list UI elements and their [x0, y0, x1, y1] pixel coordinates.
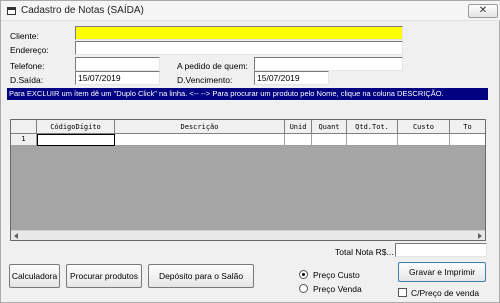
gravar-imprimir-button[interactable]: Gravar e Imprimir	[398, 262, 486, 282]
close-button[interactable]: ✕	[468, 4, 498, 18]
pedido-label: A pedido de quem:	[177, 61, 248, 71]
instruction-banner: Para EXCLUIR um ítem dê um "Duplo Click"…	[7, 88, 488, 100]
deposito-salao-button[interactable]: Depósito para o Salão	[148, 264, 254, 288]
preco-custo-radio[interactable]	[299, 270, 308, 279]
preco-venda-checkbox-label: C/Preço de venda	[411, 288, 480, 298]
preco-venda-label: Preço Venda	[313, 284, 362, 294]
grid-header-qtdtot[interactable]: Qtd.Tot.	[347, 120, 398, 134]
preco-venda-radio[interactable]	[299, 284, 308, 293]
grid-header-codigo[interactable]: CódigoDígito	[37, 120, 115, 134]
title-bar: Cadastro de Notas (SAÍDA) ✕	[1, 1, 500, 21]
grid-header-descricao[interactable]: Descrição	[115, 120, 285, 134]
grid-cell-codigo[interactable]	[37, 134, 115, 146]
grid-horizontal-scrollbar[interactable]	[11, 230, 485, 240]
total-nota-field[interactable]	[395, 243, 487, 257]
grid-cell-custo[interactable]	[398, 134, 450, 146]
dvencimento-field[interactable]: 15/07/2019	[254, 71, 329, 85]
grid-header-custo[interactable]: Custo	[398, 120, 450, 134]
cadastro-notas-window: Cadastro de Notas (SAÍDA) ✕ Cliente: End…	[0, 0, 500, 303]
table-row[interactable]: 1	[11, 134, 485, 146]
total-nota-label: Total Nota R$...	[335, 247, 394, 257]
grid-cell-total[interactable]	[450, 134, 485, 146]
cliente-label: Cliente:	[10, 31, 39, 41]
dsaida-field[interactable]: 15/07/2019	[75, 71, 160, 85]
grid-cell-unid[interactable]	[285, 134, 312, 146]
cliente-field[interactable]	[75, 26, 403, 40]
grid-cell-descricao[interactable]	[115, 134, 285, 146]
grid-header-rownum	[11, 120, 37, 134]
grid-header-total[interactable]: To	[450, 120, 485, 134]
calculadora-button[interactable]: Calculadora	[9, 264, 60, 288]
grid-header: CódigoDígito Descrição Unid Quant Qtd.To…	[11, 120, 485, 134]
pedido-field[interactable]	[254, 57, 403, 71]
window-app-icon	[7, 7, 16, 15]
grid-header-quant[interactable]: Quant	[312, 120, 347, 134]
scroll-left-icon[interactable]	[14, 233, 18, 239]
grid-cell-rownum: 1	[11, 134, 37, 146]
telefone-label: Telefone:	[10, 61, 45, 71]
preco-venda-checkbox[interactable]	[398, 288, 407, 297]
grid-cell-quant[interactable]	[312, 134, 347, 146]
telefone-field[interactable]	[75, 57, 160, 71]
items-grid[interactable]: CódigoDígito Descrição Unid Quant Qtd.To…	[10, 119, 486, 241]
procurar-produtos-button[interactable]: Procurar produtos	[66, 264, 142, 288]
grid-header-unid[interactable]: Unid	[285, 120, 312, 134]
grid-cell-qtdtot[interactable]	[347, 134, 398, 146]
scroll-right-icon[interactable]	[478, 233, 482, 239]
window-title: Cadastro de Notas (SAÍDA)	[21, 5, 144, 16]
preco-custo-label: Preço Custo	[313, 270, 360, 280]
endereco-label: Endereço:	[10, 45, 49, 55]
dsaida-label: D.Saída:	[10, 75, 44, 85]
endereco-field[interactable]	[75, 41, 403, 55]
dvencimento-label: D.Vencimento:	[177, 75, 233, 85]
